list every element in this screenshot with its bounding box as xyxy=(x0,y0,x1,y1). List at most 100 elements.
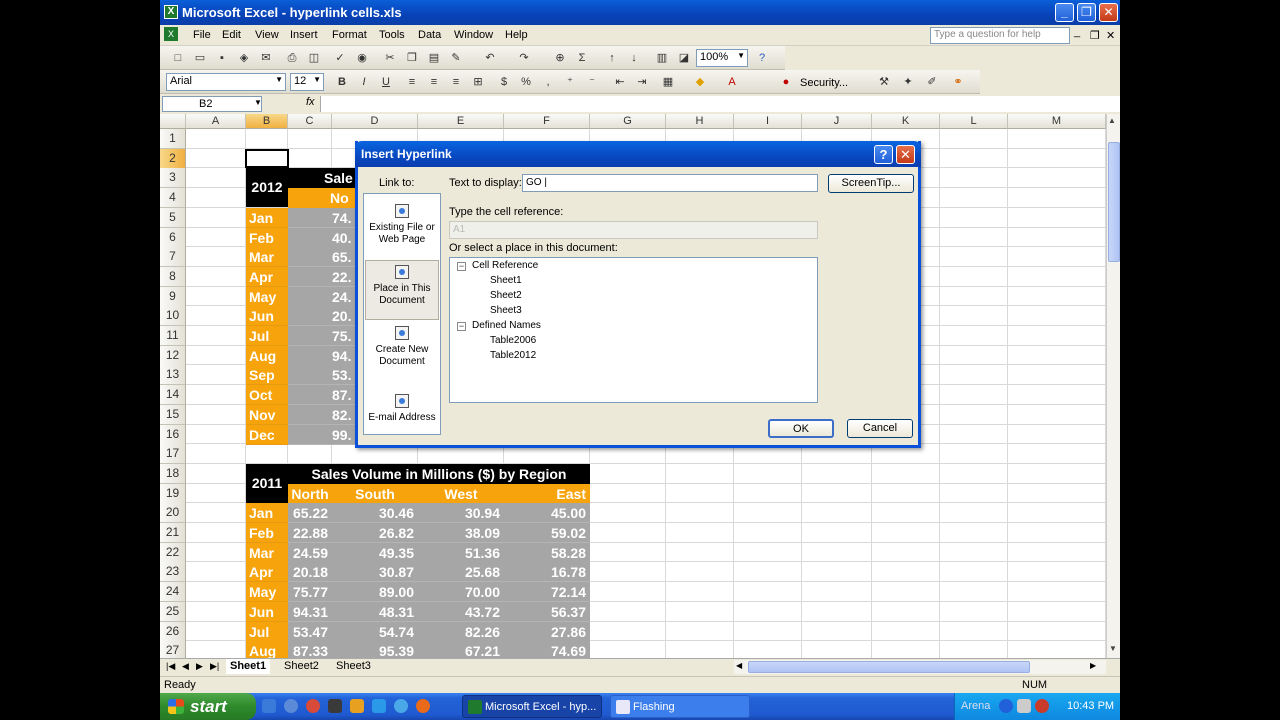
row-header-27[interactable]: 27 xyxy=(160,641,186,658)
close-button[interactable]: ✕ xyxy=(1099,3,1118,22)
menu-edit[interactable]: Edit xyxy=(222,29,241,41)
row-header-4[interactable]: 4 xyxy=(160,188,186,209)
menu-view[interactable]: View xyxy=(255,29,279,41)
month-cell[interactable]: Feb xyxy=(246,227,288,248)
value-cell[interactable]: 25.68 xyxy=(418,562,504,583)
help-question-input[interactable]: Type a question for help xyxy=(930,27,1070,44)
month-cell[interactable]: Jan xyxy=(246,503,288,524)
month-cell[interactable]: May xyxy=(246,582,288,603)
row-header-8[interactable]: 8 xyxy=(160,266,186,287)
value-cell[interactable]: 87.33 xyxy=(288,641,332,658)
formula-input[interactable] xyxy=(320,96,1120,112)
row-header-20[interactable]: 20 xyxy=(160,503,186,524)
value-cell[interactable]: 94.31 xyxy=(288,601,332,622)
row-header-15[interactable]: 15 xyxy=(160,404,186,425)
month-cell[interactable]: May xyxy=(246,286,288,307)
value-cell[interactable]: 30.46 xyxy=(332,503,418,524)
horizontal-scrollbar[interactable]: ◀ ▶ xyxy=(734,660,1106,674)
value-cell[interactable]: 30.94 xyxy=(418,503,504,524)
year-label-2011[interactable]: 2011 xyxy=(246,463,288,503)
workbook-icon[interactable]: X xyxy=(164,27,178,41)
dialog-help-button[interactable]: ? xyxy=(874,145,893,164)
value-cell[interactable]: 24.59 xyxy=(288,542,332,563)
row-header-25[interactable]: 25 xyxy=(160,601,186,622)
value-cell[interactable]: 38.09 xyxy=(418,523,504,543)
increase-indent-icon[interactable]: ⇥ xyxy=(634,74,650,90)
sheet-tab-sheet1[interactable]: Sheet1 xyxy=(226,659,271,674)
column-header-f[interactable]: F xyxy=(504,114,590,129)
link-create-new[interactable]: Create New Document xyxy=(365,322,439,382)
window-titlebar[interactable]: X Microsoft Excel - hyperlink cells.xls … xyxy=(160,0,1120,25)
cell-reference-input[interactable]: A1 xyxy=(449,221,818,239)
month-cell[interactable]: Jun xyxy=(246,306,288,327)
value-cell[interactable]: 26.82 xyxy=(332,523,418,543)
ok-button[interactable]: OK xyxy=(768,419,834,438)
value-cell[interactable]: 95.39 xyxy=(332,641,418,658)
cut-icon[interactable]: ✂ xyxy=(382,50,398,66)
menu-format[interactable]: Format xyxy=(332,29,367,41)
row-header-23[interactable]: 23 xyxy=(160,562,186,583)
header-west[interactable]: West xyxy=(418,483,504,504)
text-to-display-input[interactable]: GO | xyxy=(522,174,818,192)
value-cell[interactable]: 67.21 xyxy=(418,641,504,658)
scroll-right-icon[interactable]: ▶ xyxy=(1090,661,1096,670)
sheet-tab-sheet2[interactable]: Sheet2 xyxy=(280,659,323,674)
sort-descending-icon[interactable]: ↓ xyxy=(626,50,642,66)
value-cell[interactable]: 49.35 xyxy=(332,542,418,563)
value-cell[interactable]: 58.28 xyxy=(504,542,590,563)
security-tray-icon[interactable] xyxy=(1035,699,1049,713)
active-cell-b2[interactable] xyxy=(245,148,289,169)
menu-data[interactable]: Data xyxy=(418,29,441,41)
month-cell[interactable]: Aug xyxy=(246,345,288,366)
quicklaunch-ie-icon[interactable] xyxy=(262,699,276,713)
column-header-d[interactable]: D xyxy=(332,114,418,129)
value-cell[interactable]: 30.87 xyxy=(332,562,418,583)
value-cell[interactable]: 54.74 xyxy=(332,621,418,642)
print-preview-icon[interactable]: ◫ xyxy=(306,50,322,66)
network-icon[interactable] xyxy=(999,699,1013,713)
paste-icon[interactable]: ▤ xyxy=(426,50,442,66)
row-header-22[interactable]: 22 xyxy=(160,542,186,563)
column-header-i[interactable]: I xyxy=(734,114,802,129)
column-header-a[interactable]: A xyxy=(186,114,246,129)
bold-button[interactable]: B xyxy=(334,74,350,90)
select-all-corner[interactable] xyxy=(160,114,186,129)
workbook-minimize-button[interactable]: _ xyxy=(1074,26,1080,38)
document-places-tree[interactable]: − Cell Reference Sheet1 Sheet2 Sheet3 − … xyxy=(449,257,818,403)
workbook-restore-button[interactable]: ❐ xyxy=(1090,29,1100,42)
value-cell[interactable]: 48.31 xyxy=(332,601,418,622)
month-cell[interactable]: Apr xyxy=(246,562,288,583)
open-icon[interactable]: ▭ xyxy=(192,50,208,66)
row-header-26[interactable]: 26 xyxy=(160,621,186,642)
value-cell[interactable]: 56.37 xyxy=(504,601,590,622)
row-header-19[interactable]: 19 xyxy=(160,483,186,504)
collapse-icon[interactable]: − xyxy=(457,262,466,271)
column-header-b[interactable]: B xyxy=(246,114,288,129)
font-size-select[interactable]: 12 ▼ xyxy=(290,73,324,91)
month-cell[interactable]: Mar xyxy=(246,247,288,268)
design-mode-icon[interactable]: ✦ xyxy=(900,74,916,90)
tree-sheet2[interactable]: Sheet2 xyxy=(490,290,522,301)
header-north[interactable]: North xyxy=(288,483,332,504)
scroll-down-icon[interactable]: ▼ xyxy=(1109,644,1117,653)
value-cell[interactable]: 70.00 xyxy=(418,582,504,603)
taskbar-item-flashing[interactable]: Flashing xyxy=(610,695,750,718)
month-cell[interactable]: Feb xyxy=(246,523,288,543)
link-email-address[interactable]: E-mail Address xyxy=(365,390,439,450)
font-select[interactable]: Arial ▼ xyxy=(166,73,286,91)
row-header-13[interactable]: 13 xyxy=(160,365,186,386)
month-cell[interactable]: Nov xyxy=(246,404,288,425)
control-toolbox-icon[interactable]: ⚒ xyxy=(876,74,892,90)
column-header-c[interactable]: C xyxy=(288,114,332,129)
start-button[interactable]: start xyxy=(160,693,256,720)
table2011-title[interactable]: Sales Volume in Millions ($) by Region xyxy=(288,463,590,484)
tree-defined-names[interactable]: Defined Names xyxy=(472,320,541,331)
research-icon[interactable]: ◉ xyxy=(354,50,370,66)
align-left-icon[interactable]: ≡ xyxy=(404,74,420,90)
quicklaunch-app-icon[interactable] xyxy=(306,699,320,713)
value-cell[interactable]: 53.47 xyxy=(288,621,332,642)
increase-decimal-icon[interactable]: ⁺ xyxy=(562,74,578,90)
row-header-6[interactable]: 6 xyxy=(160,227,186,248)
format-painter-icon[interactable]: ✎ xyxy=(448,50,464,66)
month-cell[interactable]: Jul xyxy=(246,326,288,346)
